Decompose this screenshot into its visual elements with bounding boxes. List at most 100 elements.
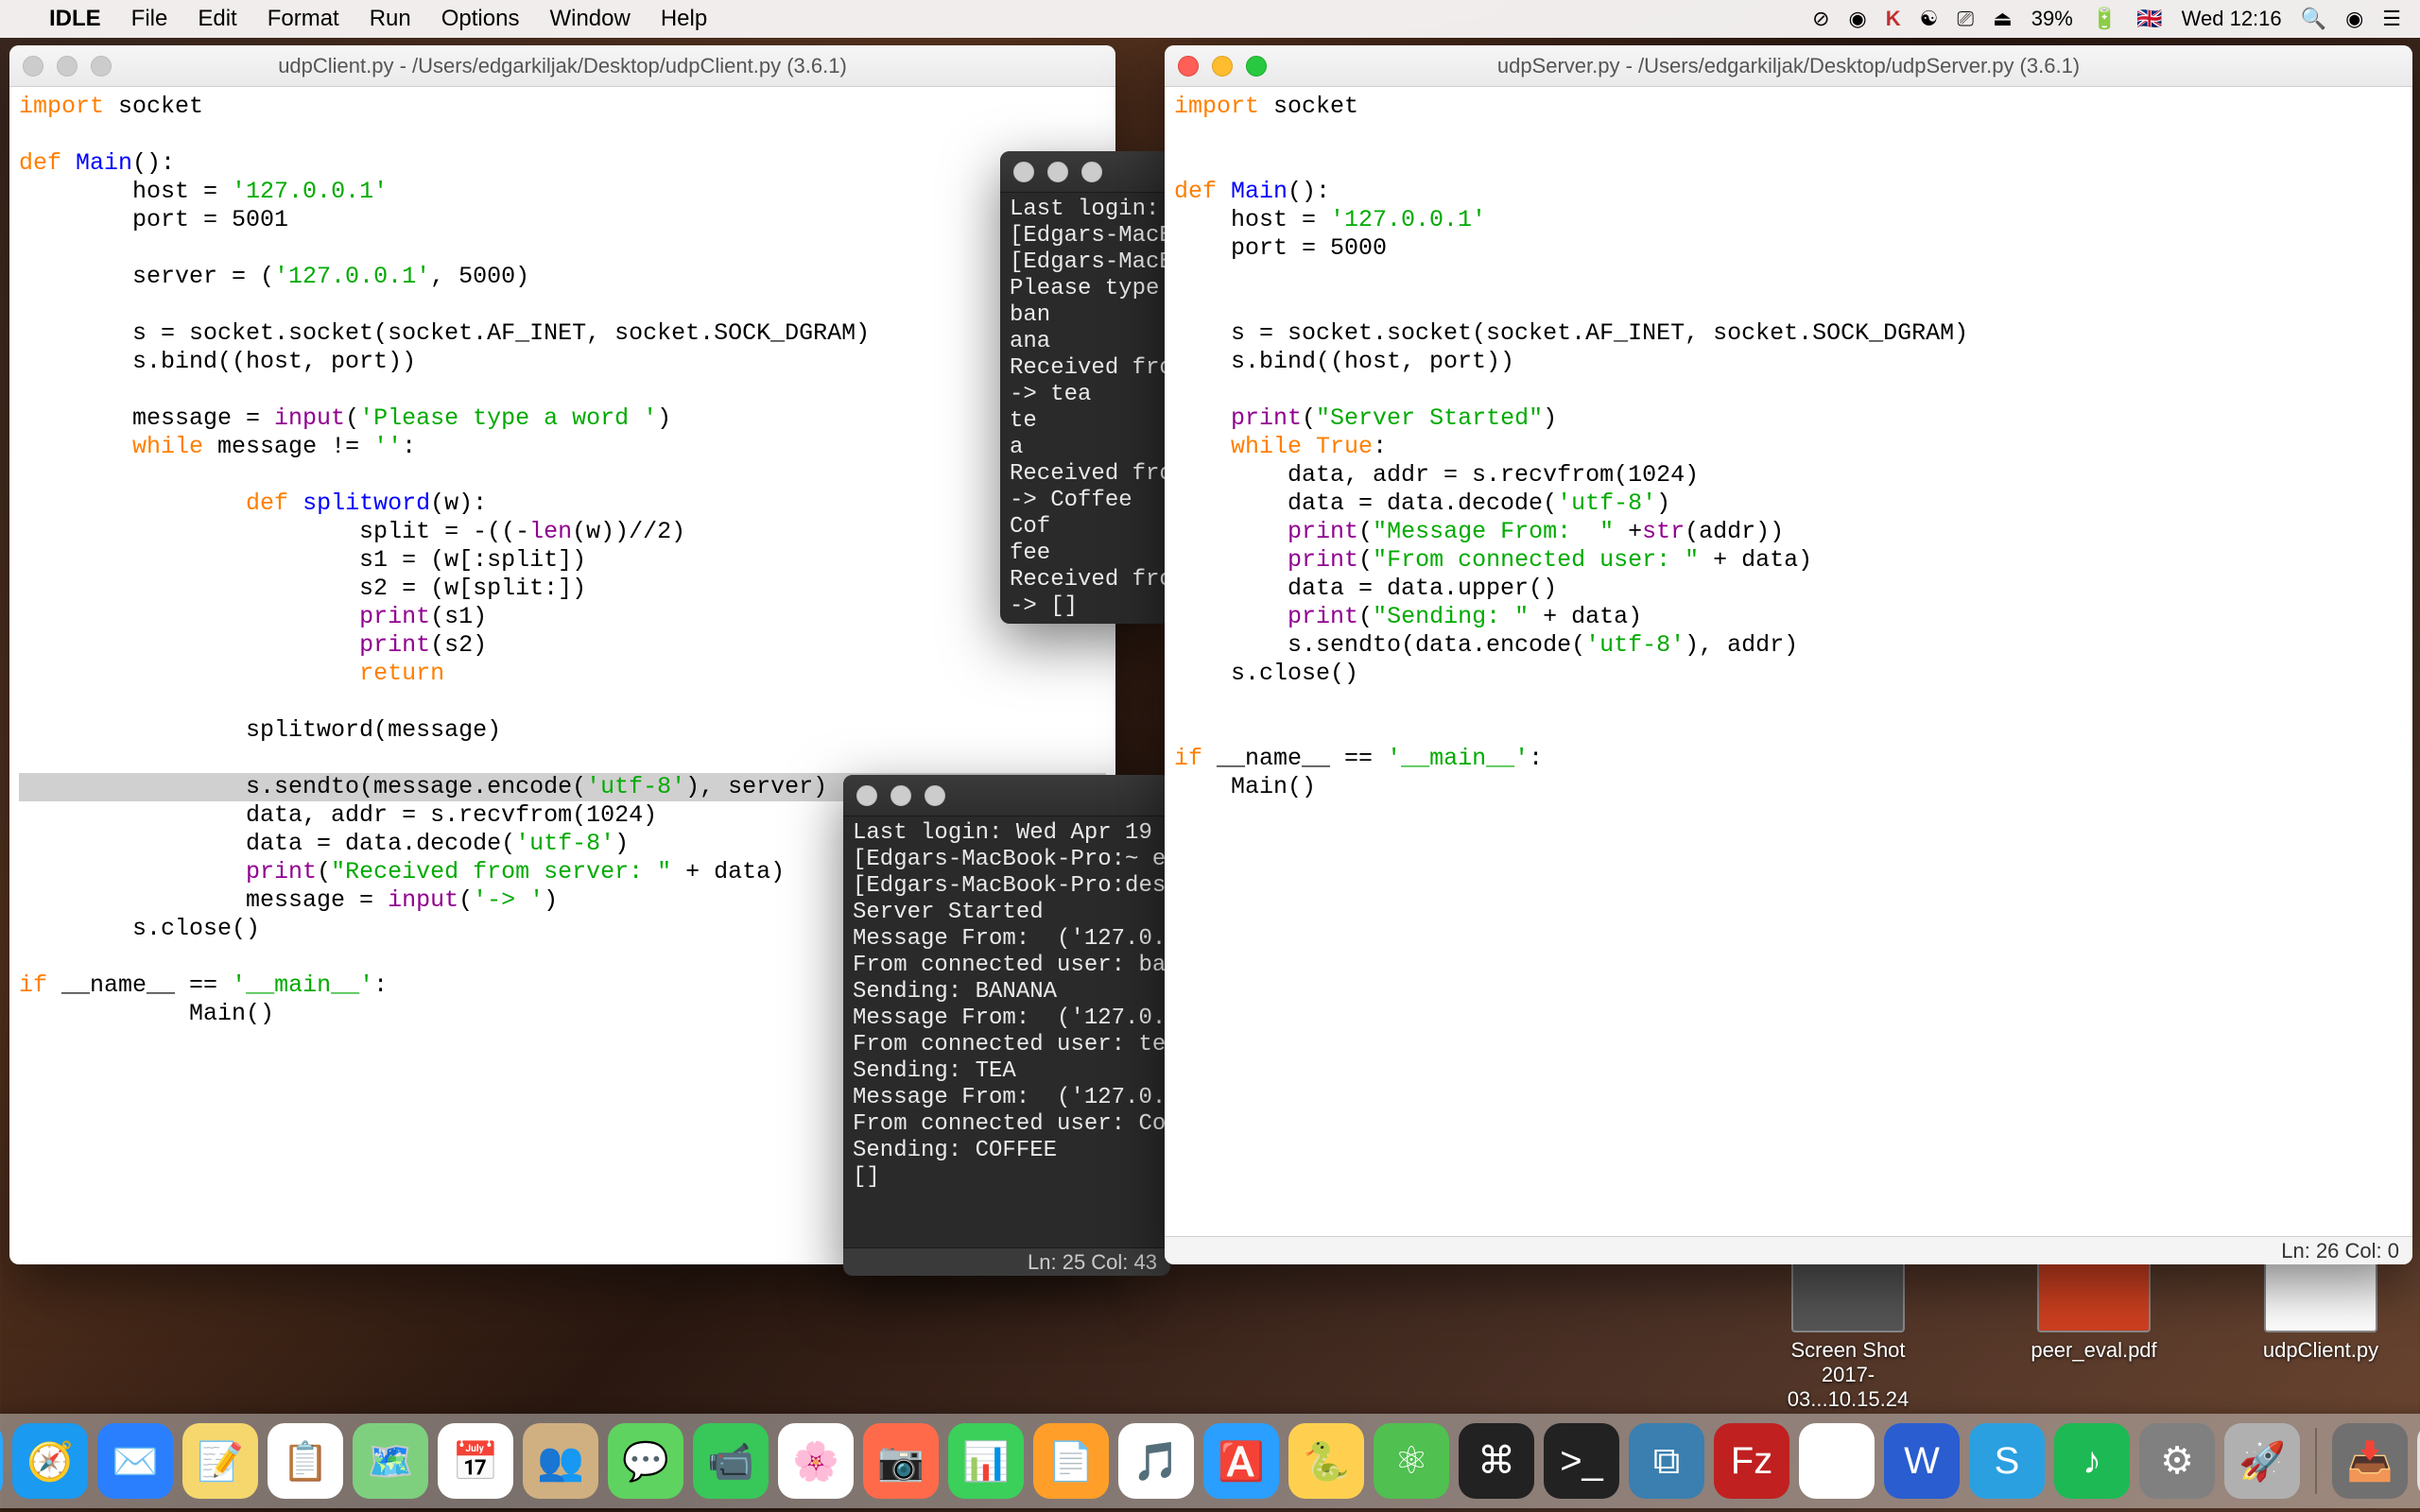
- code-line: s = socket.socket(socket.AF_INET, socket…: [19, 319, 1106, 348]
- clock[interactable]: Wed 12:16: [2182, 7, 2282, 31]
- idle-window-server[interactable]: udpServer.py - /Users/edgarkiljak/Deskto…: [1165, 45, 2412, 1264]
- terminal-titlebar-client[interactable]: [1000, 151, 1170, 193]
- terminal-window-server[interactable]: Last login: Wed Apr 19 10:4[Edgars-MacBo…: [843, 775, 1170, 1276]
- status-icon-eject[interactable]: ⏏: [1993, 7, 2013, 31]
- code-line: [1174, 121, 2403, 149]
- code-line: data = data.upper(): [1174, 575, 2403, 603]
- dock-app-itunes[interactable]: 🎵: [1118, 1423, 1194, 1499]
- code-line: s1 = (w[:split]): [19, 546, 1106, 575]
- zoom-button[interactable]: [91, 56, 112, 77]
- terminal-statusbar-server: Ln: 25 Col: 43: [843, 1247, 1170, 1276]
- code-line: if __name__ == '__main__':: [1174, 745, 2403, 773]
- dock-app-contacts[interactable]: 👥: [523, 1423, 598, 1499]
- terminal-body-client[interactable]: Last login: We[Edgars-MacBook[Edgars-Mac…: [1000, 193, 1170, 624]
- dock-app-numbers[interactable]: 📊: [948, 1423, 1024, 1499]
- dock-app-skype[interactable]: S: [1969, 1423, 2045, 1499]
- dock-app-terminal[interactable]: ⌘: [1459, 1423, 1534, 1499]
- minimize-button[interactable]: [57, 56, 78, 77]
- dock-app-sysprefs[interactable]: ⚙: [2139, 1423, 2215, 1499]
- code-line: [19, 376, 1106, 404]
- close-button[interactable]: [23, 56, 43, 77]
- dock-app-mail[interactable]: ✉️: [97, 1423, 173, 1499]
- zoom-button[interactable]: [1246, 56, 1267, 77]
- status-icon-sync[interactable]: ☯: [1920, 7, 1939, 31]
- terminal-body-server[interactable]: Last login: Wed Apr 19 10:4[Edgars-MacBo…: [843, 816, 1170, 1247]
- zoom-button[interactable]: [1081, 162, 1102, 182]
- battery-icon[interactable]: 🔋: [2092, 7, 2118, 31]
- minimize-button[interactable]: [1212, 56, 1233, 77]
- dock-app-photobooth[interactable]: 📷: [863, 1423, 939, 1499]
- menu-options[interactable]: Options: [441, 6, 520, 32]
- desktop-icon-python[interactable]: udpClient.py: [2240, 1257, 2401, 1363]
- dock-app-code[interactable]: ⧉: [1629, 1423, 1704, 1499]
- dock-app-terminal2[interactable]: >_: [1544, 1423, 1619, 1499]
- menu-file[interactable]: File: [131, 6, 168, 32]
- dock-app-facetime[interactable]: 📹: [693, 1423, 769, 1499]
- minimize-button[interactable]: [1047, 162, 1068, 182]
- dock-app-photos[interactable]: 🌸: [778, 1423, 854, 1499]
- siri-icon[interactable]: ◉: [2345, 7, 2363, 31]
- desktop-icon-pdf[interactable]: peer_eval.pdf: [2014, 1257, 2174, 1363]
- close-button[interactable]: [1178, 56, 1199, 77]
- notification-center-icon[interactable]: ☰: [2382, 7, 2401, 31]
- code-editor-server[interactable]: import socket def Main(): host = '127.0.…: [1165, 87, 2412, 1236]
- input-flag[interactable]: 🇬🇧: [2136, 7, 2162, 31]
- terminal-line: Please type a: [1010, 276, 1161, 302]
- file-icon: [2037, 1257, 2151, 1332]
- dock-app-maps[interactable]: 🗺️: [353, 1423, 428, 1499]
- menu-run[interactable]: Run: [370, 6, 411, 32]
- code-line: [19, 745, 1106, 773]
- zoom-button[interactable]: [925, 785, 945, 806]
- dock-app-pages[interactable]: 📄: [1033, 1423, 1109, 1499]
- code-line: Main(): [1174, 773, 2403, 801]
- spotlight-icon[interactable]: 🔍: [2301, 7, 2326, 31]
- dock-app-filezilla[interactable]: Fz: [1714, 1423, 1789, 1499]
- terminal-line: Message From: ('127.0.0.1': [853, 1085, 1161, 1111]
- app-name[interactable]: IDLE: [49, 6, 101, 32]
- code-line: server = ('127.0.0.1', 5000): [19, 263, 1106, 291]
- dock-app-calendar[interactable]: 📅: [438, 1423, 513, 1499]
- cursor-position: Ln: 25 Col: 43: [1028, 1250, 1157, 1275]
- desktop-icon-screenshot[interactable]: Screen Shot 2017-03...10.15.24: [1768, 1257, 1928, 1412]
- status-icon-1[interactable]: ⊘: [1812, 7, 1829, 31]
- terminal-line: te: [1010, 408, 1161, 435]
- dock-app-finder[interactable]: 📁: [0, 1423, 3, 1499]
- dock-app-spotify[interactable]: ♪: [2054, 1423, 2130, 1499]
- close-button[interactable]: [1013, 162, 1034, 182]
- menu-format[interactable]: Format: [268, 6, 339, 32]
- status-icon-display[interactable]: ⎚: [1957, 7, 1974, 31]
- close-button[interactable]: [856, 785, 877, 806]
- terminal-titlebar-server[interactable]: [843, 775, 1170, 816]
- file-icon: [1791, 1257, 1905, 1332]
- menu-edit[interactable]: Edit: [198, 6, 236, 32]
- dock-app-downloads[interactable]: 📥: [2332, 1423, 2408, 1499]
- code-line: [1174, 688, 2403, 716]
- terminal-window-client[interactable]: Last login: We[Edgars-MacBook[Edgars-Mac…: [1000, 151, 1170, 624]
- dock-app-idle[interactable]: 🐍: [1288, 1423, 1364, 1499]
- menubar[interactable]: IDLE File Edit Format Run Options Window…: [0, 0, 2420, 38]
- dock-app-chrome[interactable]: ◉: [1799, 1423, 1875, 1499]
- minimize-button[interactable]: [890, 785, 911, 806]
- terminal-line: Sending: COFFEE: [853, 1138, 1161, 1164]
- dock-app-atom[interactable]: ⚛: [1374, 1423, 1449, 1499]
- code-line: [19, 688, 1106, 716]
- dock-app-reminders[interactable]: 📋: [268, 1423, 343, 1499]
- dock-app-word[interactable]: W: [1884, 1423, 1960, 1499]
- dock-app-appstore[interactable]: 🅰️: [1203, 1423, 1279, 1499]
- titlebar-client[interactable]: udpClient.py - /Users/edgarkiljak/Deskto…: [9, 45, 1115, 87]
- dock-app-messages[interactable]: 💬: [608, 1423, 683, 1499]
- status-icon-2[interactable]: ◉: [1849, 7, 1867, 31]
- menu-window[interactable]: Window: [549, 6, 630, 32]
- dock-app-notes[interactable]: 📝: [182, 1423, 258, 1499]
- titlebar-server[interactable]: udpServer.py - /Users/edgarkiljak/Deskto…: [1165, 45, 2412, 87]
- code-line: print("Sending: " + data): [1174, 603, 2403, 631]
- battery-percent[interactable]: 39%: [2031, 7, 2073, 31]
- status-icon-k[interactable]: K: [1886, 7, 1901, 31]
- code-line: [19, 234, 1106, 263]
- dock-app-launchpad[interactable]: 🚀: [2224, 1423, 2300, 1499]
- dock-app-safari[interactable]: 🧭: [12, 1423, 88, 1499]
- menu-help[interactable]: Help: [661, 6, 707, 32]
- code-line: s2 = (w[split:]): [19, 575, 1106, 603]
- terminal-line: -> Coffee: [1010, 488, 1161, 514]
- dock[interactable]: 📁🧭✉️📝📋🗺️📅👥💬📹🌸📷📊📄🎵🅰️🐍⚛⌘>_⧉Fz◉WS♪⚙🚀📥🗑️: [0, 1414, 2420, 1508]
